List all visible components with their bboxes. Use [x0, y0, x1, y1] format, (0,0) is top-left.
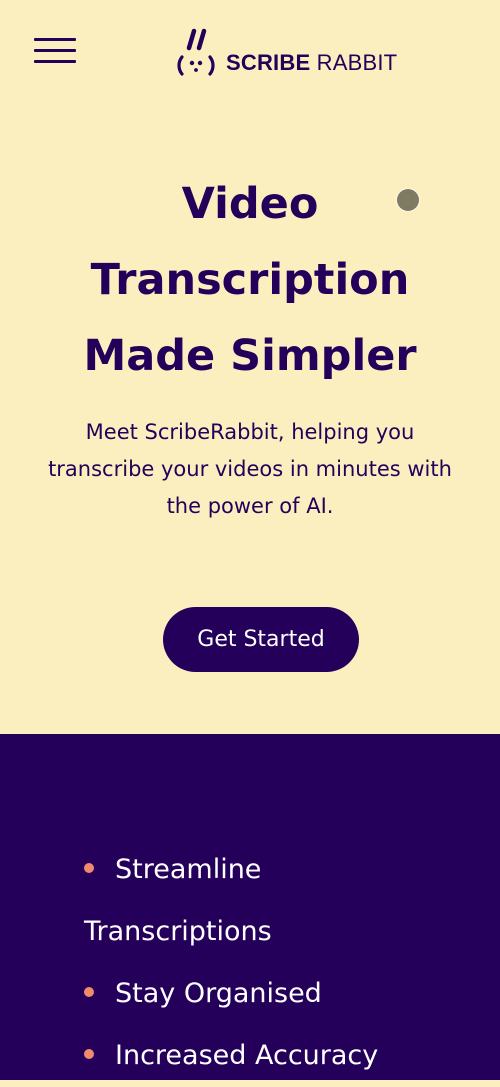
feature-item-stay-organised: Stay Organised — [84, 963, 464, 1025]
feature-text: Streamline Transcriptions — [84, 839, 365, 963]
feature-text: Increased Accuracy — [115, 1040, 379, 1071]
feature-line-1: Streamline — [115, 854, 262, 885]
feature-line-2: Transcriptions — [84, 916, 272, 947]
feature-list: Streamline Transcriptions Stay Organised… — [84, 839, 464, 1087]
rabbit-face-icon — [177, 28, 215, 76]
brand-word-rabbit: RABBIT — [316, 50, 398, 75]
feature-item-streamline-transcriptions: Streamline Transcriptions — [84, 839, 365, 963]
hamburger-menu-button[interactable] — [34, 38, 78, 66]
menu-line-icon — [34, 60, 76, 63]
bullet-dot-icon — [84, 863, 94, 873]
get-started-button[interactable]: Get Started — [163, 607, 359, 672]
hero-section: SCRIBE RABBIT Video Transcription Made S… — [0, 0, 500, 734]
brand-logo[interactable]: SCRIBE RABBIT — [174, 28, 414, 78]
menu-line-icon — [34, 38, 76, 41]
feature-text: Stay Organised — [115, 978, 322, 1009]
brand-word-scribe: SCRIBE — [226, 50, 311, 75]
brand-wordmark: SCRIBE RABBIT — [226, 51, 397, 75]
menu-line-icon — [34, 49, 76, 52]
hero-subtitle: Meet ScribeRabbit, helping you transcrib… — [48, 420, 452, 518]
features-section: Streamline Transcriptions Stay Organised… — [0, 734, 500, 1080]
feature-item-increased-accuracy: Increased Accuracy — [84, 1025, 464, 1087]
cursor-dot-icon — [397, 189, 419, 211]
bullet-dot-icon — [84, 987, 94, 997]
bullet-dot-icon — [84, 1049, 94, 1059]
